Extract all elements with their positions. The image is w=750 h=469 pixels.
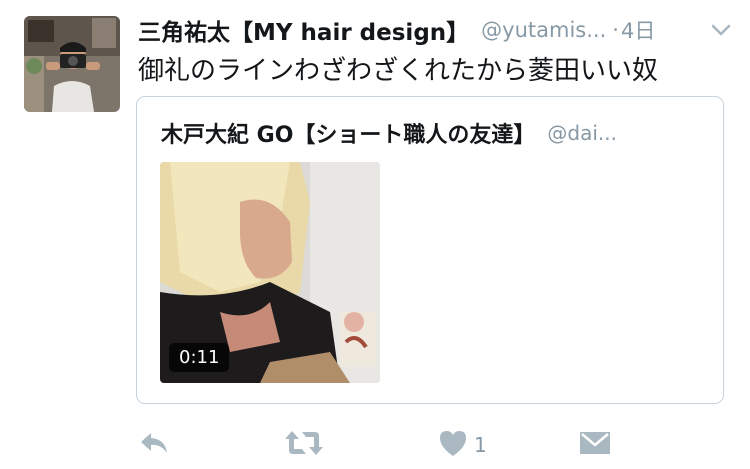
reply-icon bbox=[138, 428, 170, 462]
direct-message-button[interactable] bbox=[579, 426, 611, 464]
user-handle[interactable]: @yutamis... bbox=[481, 18, 606, 42]
tweet-text: 御礼のラインわざわざくれたから菱田いい奴 bbox=[138, 56, 659, 86]
video-thumbnail[interactable]: 0:11 bbox=[160, 162, 380, 383]
tweet-header: 三角祐太【MY hair design】 @yutamis... · 4日 bbox=[138, 13, 733, 47]
separator-dot: · bbox=[612, 18, 619, 42]
video-duration: 0:11 bbox=[169, 343, 230, 372]
timestamp[interactable]: 4日 bbox=[621, 15, 655, 45]
reply-button[interactable] bbox=[138, 426, 170, 464]
retweet-icon bbox=[284, 428, 324, 462]
like-count: 1 bbox=[474, 433, 487, 457]
display-name[interactable]: 三角祐太【MY hair design】 bbox=[138, 13, 469, 47]
retweet-button[interactable] bbox=[284, 426, 324, 464]
quoted-user-handle: @dai... bbox=[547, 121, 618, 145]
chevron-down-icon[interactable] bbox=[709, 18, 733, 42]
quoted-tweet[interactable]: 木戸大紀 GO【ショート職人の友達】 @dai... 0:11 bbox=[136, 96, 724, 404]
tweet-actions: 1 bbox=[138, 426, 638, 464]
avatar[interactable] bbox=[24, 16, 120, 112]
heart-icon bbox=[438, 429, 468, 461]
direct-message-icon bbox=[579, 429, 611, 461]
quoted-tweet-header: 木戸大紀 GO【ショート職人の友達】 @dai... bbox=[161, 117, 617, 149]
like-button[interactable]: 1 bbox=[438, 426, 487, 464]
quoted-display-name: 木戸大紀 GO【ショート職人の友達】 bbox=[161, 123, 536, 148]
